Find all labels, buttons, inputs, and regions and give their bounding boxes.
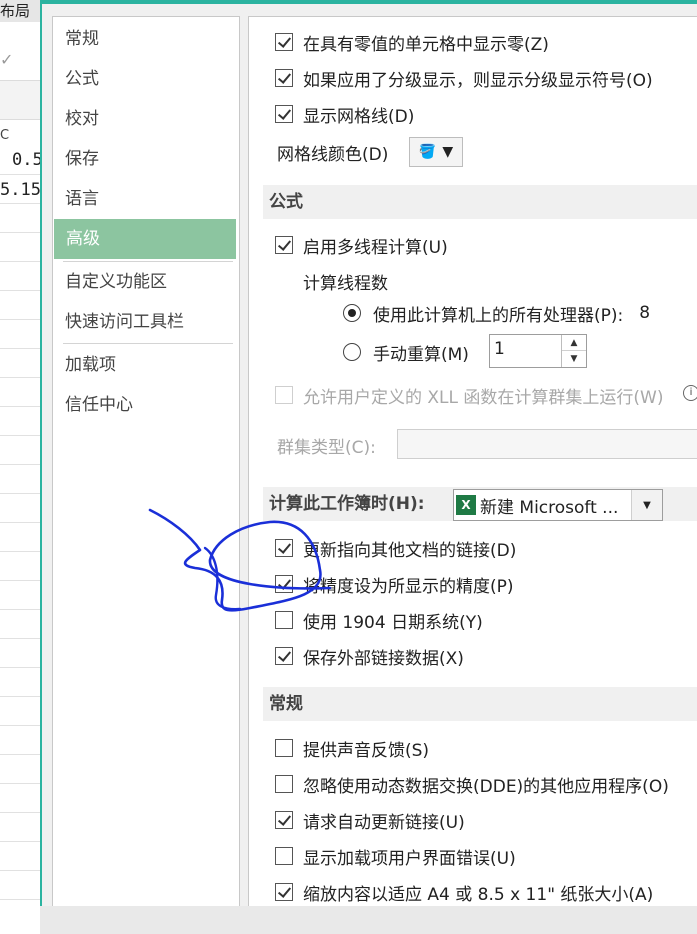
processor-count: 8 bbox=[639, 303, 651, 323]
option-label: 保存外部链接数据(X) bbox=[303, 648, 464, 669]
nav-item-advanced[interactable]: 高级 bbox=[54, 219, 236, 259]
option-label: 显示网格线(D) bbox=[303, 106, 415, 127]
info-icon[interactable]: i bbox=[683, 385, 697, 401]
section-workbook-calc: 计算此工作簿时(H): bbox=[263, 487, 447, 521]
ribbon-tab-fragment: 布局 bbox=[0, 0, 42, 22]
spin-down-icon[interactable]: ▼ bbox=[562, 351, 586, 366]
outline-symbols-option[interactable]: 如果应用了分级显示，则显示分级显示符号(O) bbox=[275, 63, 653, 93]
addin-errors-option[interactable]: 显示加载项用户界面错误(U) bbox=[275, 841, 516, 871]
excel-icon: X bbox=[456, 495, 476, 515]
advanced-options-panel: 在具有零值的单元格中显示零(Z) 如果应用了分级显示，则显示分级显示符号(O) … bbox=[248, 16, 697, 908]
checkbox-checked[interactable] bbox=[275, 33, 293, 51]
chevron-down-icon[interactable]: ▼ bbox=[631, 490, 662, 520]
section-general: 常规 bbox=[263, 687, 697, 721]
cluster-type-label: 群集类型(C): bbox=[277, 437, 376, 458]
excel-options-dialog: 常规 公式 校对 保存 语言 高级 自定义功能区 快速访问工具栏 加载项 信任中… bbox=[40, 0, 697, 934]
nav-item-general[interactable]: 常规 bbox=[53, 19, 237, 59]
checkbox-disabled[interactable] bbox=[275, 386, 293, 404]
option-label: 如果应用了分级显示，则显示分级显示符号(O) bbox=[303, 70, 653, 91]
dialog-accent-bar bbox=[42, 0, 697, 4]
option-label: 启用多线程计算(U) bbox=[303, 237, 448, 258]
cell-value[interactable]: 5.15 bbox=[0, 180, 41, 200]
section-formulas: 公式 bbox=[263, 185, 697, 219]
sound-feedback-option[interactable]: 提供声音反馈(S) bbox=[275, 733, 429, 763]
option-label: 请求自动更新链接(U) bbox=[303, 812, 465, 833]
nav-item-language[interactable]: 语言 bbox=[53, 179, 237, 219]
auto-update-links-option[interactable]: 请求自动更新链接(U) bbox=[275, 805, 465, 835]
threads-spinner[interactable]: 1 ▲ ▼ bbox=[489, 334, 587, 368]
threads-label: 计算线程数 bbox=[303, 273, 388, 294]
spin-up-icon[interactable]: ▲ bbox=[562, 335, 586, 351]
checkbox-checked[interactable] bbox=[275, 236, 293, 254]
radio-selected[interactable] bbox=[343, 304, 361, 322]
checkbox-unchecked[interactable] bbox=[275, 847, 293, 865]
checkbox-unchecked[interactable] bbox=[275, 739, 293, 757]
checkbox-unchecked[interactable] bbox=[275, 611, 293, 629]
workbook-select-value: 新建 Microsoft ... bbox=[480, 497, 619, 518]
gridlines-option[interactable]: 显示网格线(D) bbox=[275, 99, 414, 129]
manual-threads-option[interactable]: 手动重算(M) bbox=[343, 337, 469, 367]
check-icon: ✓ bbox=[0, 50, 14, 69]
nav-item-add-ins[interactable]: 加载项 bbox=[53, 345, 237, 385]
option-label: 使用 1904 日期系统(Y) bbox=[303, 612, 483, 633]
threads-spinner-value[interactable]: 1 bbox=[494, 339, 505, 359]
checkbox-checked[interactable] bbox=[275, 811, 293, 829]
spreadsheet-background: 布局 ✓ C 0.5 5.15 bbox=[0, 0, 43, 934]
scale-a4-option[interactable]: 缩放内容以适应 A4 或 8.5 x 11" 纸张大小(A) bbox=[275, 877, 653, 907]
gridline-color-button[interactable]: 🪣 ▼ bbox=[409, 137, 463, 167]
checkbox-checked[interactable] bbox=[275, 69, 293, 87]
nav-item-proofing[interactable]: 校对 bbox=[53, 99, 237, 139]
cell-value[interactable]: 0.5 bbox=[12, 150, 43, 170]
update-links-option[interactable]: 更新指向其他文档的链接(D) bbox=[275, 533, 516, 563]
gridline-color-label: 网格线颜色(D) bbox=[277, 144, 389, 165]
date1904-option[interactable]: 使用 1904 日期系统(Y) bbox=[275, 605, 483, 635]
paint-bucket-icon: 🪣 bbox=[418, 144, 437, 160]
checkbox-unchecked[interactable] bbox=[275, 775, 293, 793]
option-label: 将精度设为所显示的精度(P) bbox=[303, 576, 514, 597]
nav-item-trust-center[interactable]: 信任中心 bbox=[53, 385, 237, 425]
nav-item-save[interactable]: 保存 bbox=[53, 139, 237, 179]
checkbox-checked[interactable] bbox=[275, 883, 293, 901]
option-label: 更新指向其他文档的链接(D) bbox=[303, 540, 517, 561]
checkbox-checked[interactable] bbox=[275, 105, 293, 123]
column-header-bar bbox=[0, 80, 42, 120]
option-label: 忽略使用动态数据交换(DDE)的其他应用程序(O) bbox=[303, 776, 669, 797]
option-label: 允许用户定义的 XLL 函数在计算群集上运行(W) bbox=[303, 387, 664, 408]
multithread-option[interactable]: 启用多线程计算(U) bbox=[275, 230, 448, 260]
option-label: 使用此计算机上的所有处理器(P): bbox=[373, 305, 624, 326]
xll-cluster-option[interactable]: 允许用户定义的 XLL 函数在计算群集上运行(W) bbox=[275, 380, 663, 410]
column-header: C bbox=[0, 128, 10, 143]
option-label: 缩放内容以适应 A4 或 8.5 x 11" 纸张大小(A) bbox=[303, 884, 654, 905]
ignore-dde-option[interactable]: 忽略使用动态数据交换(DDE)的其他应用程序(O) bbox=[275, 769, 669, 799]
cluster-type-field bbox=[397, 429, 697, 459]
workbook-select[interactable]: X 新建 Microsoft ... ▼ bbox=[453, 489, 663, 521]
options-nav: 常规 公式 校对 保存 语言 高级 自定义功能区 快速访问工具栏 加载项 信任中… bbox=[52, 16, 240, 908]
radio-unselected[interactable] bbox=[343, 343, 361, 361]
option-label: 显示加载项用户界面错误(U) bbox=[303, 848, 516, 869]
checkbox-checked[interactable] bbox=[275, 539, 293, 557]
nav-item-quick-access-toolbar[interactable]: 快速访问工具栏 bbox=[53, 302, 237, 342]
precision-option[interactable]: 将精度设为所显示的精度(P) bbox=[275, 569, 514, 599]
spreadsheet-bottom bbox=[0, 906, 42, 934]
show-zero-option[interactable]: 在具有零值的单元格中显示零(Z) bbox=[275, 27, 549, 57]
checkbox-checked[interactable] bbox=[275, 575, 293, 593]
option-label: 提供声音反馈(S) bbox=[303, 740, 430, 761]
use-all-processors-option[interactable]: 使用此计算机上的所有处理器(P): 8 bbox=[343, 298, 650, 328]
chevron-down-icon: ▼ bbox=[442, 144, 454, 160]
dialog-bottom-bar bbox=[40, 906, 697, 934]
nav-item-customize-ribbon[interactable]: 自定义功能区 bbox=[53, 262, 237, 302]
nav-item-formulas[interactable]: 公式 bbox=[53, 59, 237, 99]
save-external-links-option[interactable]: 保存外部链接数据(X) bbox=[275, 641, 464, 671]
option-label: 在具有零值的单元格中显示零(Z) bbox=[303, 34, 549, 55]
option-label: 手动重算(M) bbox=[373, 344, 469, 365]
checkbox-checked[interactable] bbox=[275, 647, 293, 665]
